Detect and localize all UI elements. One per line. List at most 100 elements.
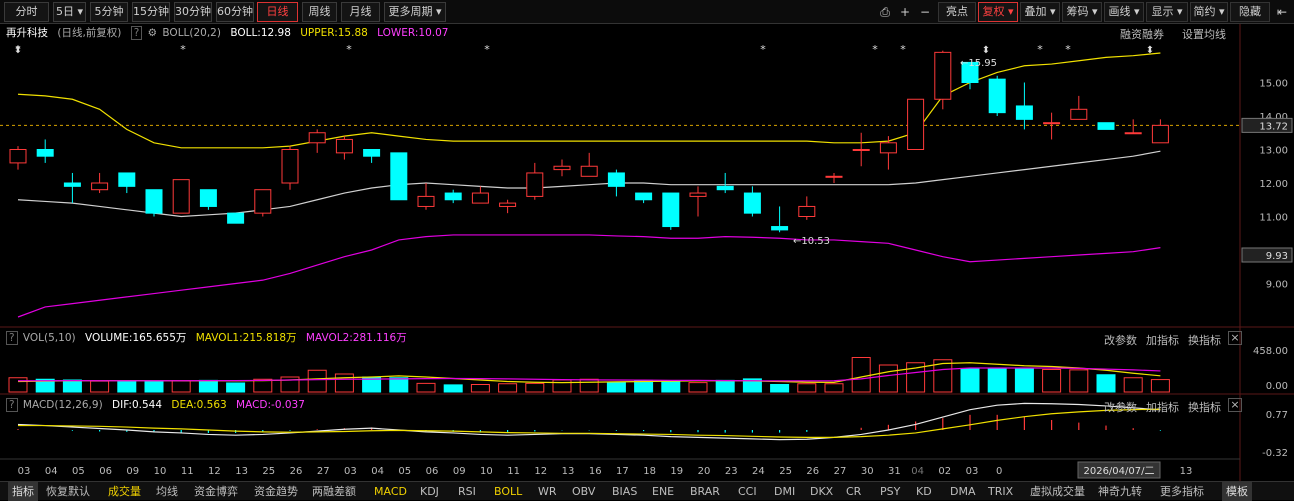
- indicator-tab-5[interactable]: 资金趋势: [254, 482, 298, 501]
- tool-1[interactable]: 复权 ▾: [978, 2, 1018, 22]
- volume-bar: [171, 380, 191, 393]
- indicator-tab-7[interactable]: MACD: [374, 482, 407, 501]
- volume-bar: [552, 379, 572, 393]
- volume-bar: [770, 384, 790, 393]
- tool-4[interactable]: 画线 ▾: [1104, 2, 1144, 22]
- candle-body: [607, 172, 625, 187]
- period-4[interactable]: 30分钟: [174, 2, 212, 22]
- period-0[interactable]: 分时: [4, 2, 49, 22]
- period-2[interactable]: 5分钟: [90, 2, 128, 22]
- tool-0[interactable]: 亮点: [938, 2, 976, 22]
- period-9[interactable]: 更多周期 ▾: [384, 2, 446, 22]
- indicator-tab-17[interactable]: DMI: [774, 482, 795, 501]
- indicator-tab-11[interactable]: WR: [538, 482, 557, 501]
- collapse-icon[interactable]: ⇤: [1272, 2, 1292, 22]
- volume-bar: [389, 377, 409, 393]
- volume-bar: [334, 373, 354, 393]
- tool-3[interactable]: 筹码 ▾: [1062, 2, 1102, 22]
- candle-body: [254, 189, 272, 214]
- period-6[interactable]: 日线: [257, 2, 298, 22]
- date-tick: 10: [480, 466, 493, 477]
- zoom-out-icon[interactable]: −: [916, 2, 934, 22]
- volume-bar: [226, 382, 246, 393]
- indicator-tab-27[interactable]: 模板: [1222, 482, 1252, 501]
- volume-bar: [470, 384, 490, 393]
- volume-bar: [117, 380, 137, 393]
- tool-5[interactable]: 显示 ▾: [1146, 2, 1188, 22]
- indicator-tab-16[interactable]: CCI: [738, 482, 757, 501]
- date-tick: 12: [208, 466, 221, 477]
- lock-icon[interactable]: ⎙: [876, 2, 894, 22]
- macd-add-indicator[interactable]: 加指标: [1146, 399, 1179, 415]
- candle-body: [227, 212, 245, 224]
- period-1[interactable]: 5日 ▾: [53, 2, 86, 22]
- date-tick: 13: [562, 466, 575, 477]
- date-tick: 10: [154, 466, 167, 477]
- indicator-tab-19[interactable]: CR: [846, 482, 861, 501]
- period-3[interactable]: 15分钟: [132, 2, 170, 22]
- indicator-tab-14[interactable]: ENE: [652, 482, 674, 501]
- indicator-tab-6[interactable]: 两融差额: [312, 482, 356, 501]
- date-tick: 30: [861, 466, 874, 477]
- date-tick: 0: [996, 466, 1002, 477]
- date-tick: 26: [806, 466, 819, 477]
- macd-change-params[interactable]: 改参数: [1104, 399, 1137, 415]
- indicator-tab-18[interactable]: DKX: [810, 482, 833, 501]
- tool-7[interactable]: 隐藏: [1230, 2, 1270, 22]
- tool-2[interactable]: 叠加 ▾: [1020, 2, 1060, 22]
- tool-6[interactable]: 简约 ▾: [1190, 2, 1228, 22]
- period-7[interactable]: 周线: [302, 2, 337, 22]
- vol-close-icon[interactable]: ×: [1228, 331, 1242, 345]
- date-tick: 04: [911, 466, 924, 477]
- current-price-tick: 13.72: [1259, 121, 1288, 132]
- period-5[interactable]: 60分钟: [216, 2, 254, 22]
- vol-switch-indicator[interactable]: 换指标: [1188, 332, 1221, 348]
- volume-bar: [525, 382, 545, 393]
- indicator-tab-22[interactable]: DMA: [950, 482, 976, 501]
- date-tick: 12: [534, 466, 547, 477]
- indicator-tab-25[interactable]: 神奇九转: [1098, 482, 1142, 501]
- volume-bar: [443, 384, 463, 393]
- vol-add-indicator[interactable]: 加指标: [1146, 332, 1179, 348]
- indicator-tab-15[interactable]: BRAR: [690, 482, 720, 501]
- indicator-tab-26[interactable]: 更多指标: [1160, 482, 1204, 501]
- indicator-tab-21[interactable]: KD: [916, 482, 932, 501]
- candle-body: [444, 192, 462, 201]
- date-tick: 13: [235, 466, 248, 477]
- candle-body: [553, 165, 571, 171]
- indicator-tab-2[interactable]: 成交量: [108, 482, 141, 501]
- indicator-tab-23[interactable]: TRIX: [988, 482, 1013, 501]
- price-tick: 9.00: [1266, 280, 1288, 291]
- indicator-tab-13[interactable]: BIAS: [612, 482, 637, 501]
- candle-body: [907, 98, 925, 150]
- vol-name[interactable]: VOL(5,10): [23, 332, 76, 344]
- macd-value: MACD:-0.037: [236, 399, 305, 411]
- indicator-tab-4[interactable]: 资金博弈: [194, 482, 238, 501]
- volume-bar: [824, 383, 844, 393]
- indicator-tab-9[interactable]: RSI: [458, 482, 476, 501]
- indicator-tab-8[interactable]: KDJ: [420, 482, 439, 501]
- macd-name[interactable]: MACD(12,26,9): [23, 399, 103, 411]
- macd-close-icon[interactable]: ×: [1228, 398, 1242, 412]
- indicator-tab-10[interactable]: BOLL: [494, 482, 522, 501]
- price-tick: 11.00: [1259, 213, 1288, 224]
- indicator-tab-1[interactable]: 恢复默认: [46, 482, 90, 501]
- indicator-tab-3[interactable]: 均线: [156, 482, 178, 501]
- macd-help-icon[interactable]: ?: [6, 398, 18, 412]
- volume-bar: [606, 381, 626, 393]
- period-8[interactable]: 月线: [341, 2, 380, 22]
- zoom-in-icon[interactable]: +: [896, 2, 914, 22]
- date-tick: 03: [344, 466, 357, 477]
- indicator-tab-0[interactable]: 指标: [8, 482, 38, 501]
- indicator-tab-12[interactable]: OBV: [572, 482, 595, 501]
- event-marker: *: [1037, 43, 1043, 56]
- date-tick: 02: [938, 466, 951, 477]
- macd-switch-indicator[interactable]: 换指标: [1188, 399, 1221, 415]
- vol-help-icon[interactable]: ?: [6, 331, 18, 345]
- indicator-tab-20[interactable]: PSY: [880, 482, 900, 501]
- candle-body: [199, 189, 217, 207]
- candle-body: [471, 192, 489, 204]
- candle-body: [499, 202, 517, 207]
- indicator-tab-24[interactable]: 虚拟成交量: [1030, 482, 1085, 501]
- vol-change-params[interactable]: 改参数: [1104, 332, 1137, 348]
